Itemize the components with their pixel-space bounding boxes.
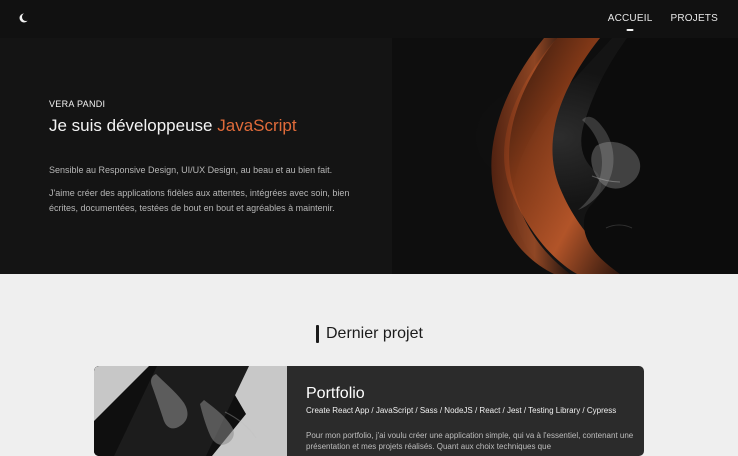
main-nav: ACCUEIL PROJETS [608, 13, 718, 24]
project-card[interactable]: Portfolio Create React App / JavaScript … [94, 366, 644, 456]
hero-text: VERA PANDI Je suis développeuse JavaScri… [49, 38, 379, 274]
project-title: Portfolio [306, 385, 365, 402]
headline-prefix: Je suis développeuse [49, 116, 213, 135]
hero-paragraph-1: Sensible au Responsive Design, UI/UX Des… [49, 165, 333, 175]
headline-accent: JavaScript [217, 116, 297, 135]
project-details: Portfolio Create React App / JavaScript … [306, 366, 636, 456]
nav-projets[interactable]: PROJETS [670, 13, 718, 24]
project-description: Pour mon portfolio, j'ai voulu créer une… [306, 431, 634, 451]
project-tags: Create React App / JavaScript / Sass / N… [306, 406, 617, 415]
section-title: Dernier projet [316, 325, 423, 343]
hero-section: VERA PANDI Je suis développeuse JavaScri… [0, 38, 738, 274]
moon-icon[interactable] [18, 12, 30, 24]
section-title-text: Dernier projet [326, 325, 423, 342]
hero-headline: Je suis développeuse JavaScript [49, 115, 297, 137]
hero-paragraph-2: J'aime créer des applications fidèles au… [49, 188, 350, 213]
section-title-bar [316, 325, 319, 343]
nav-accueil[interactable]: ACCUEIL [608, 13, 653, 24]
top-bar: ACCUEIL PROJETS [0, 0, 738, 38]
portfolio-thumbnail [94, 366, 287, 456]
name-label: VERA PANDI [49, 99, 106, 109]
portrait-image [392, 38, 738, 274]
